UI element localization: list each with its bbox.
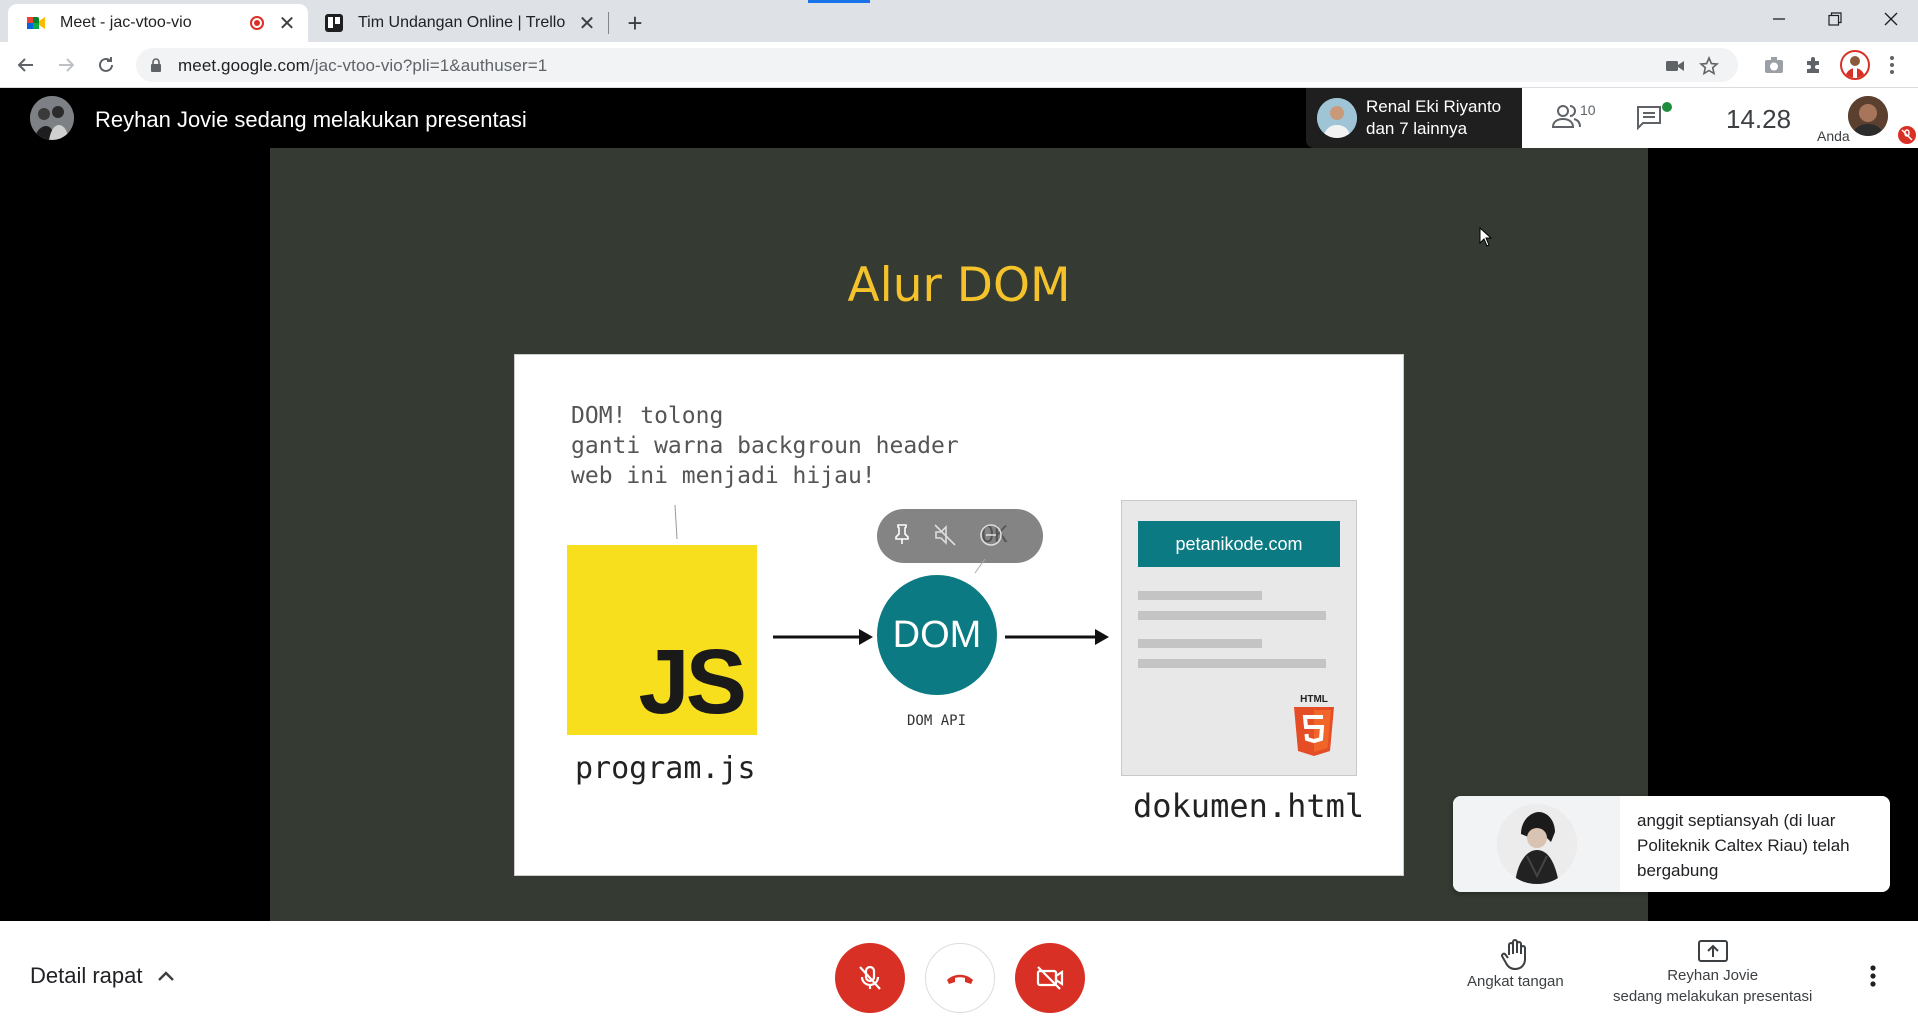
participants-chip-name: Renal Eki Riyanto — [1366, 97, 1502, 116]
slide-title: Alur DOM — [847, 258, 1071, 313]
presented-slide: Alur DOM DOM! tolong ganti warna backgro… — [270, 148, 1648, 921]
camera-off-icon — [1036, 966, 1064, 990]
profile-avatar[interactable] — [1840, 50, 1870, 80]
toast-message: anggit septiansyah (di luar Politeknik C… — [1637, 811, 1850, 880]
muted-mic-icon — [1898, 126, 1916, 144]
chat-icon[interactable] — [1636, 105, 1662, 136]
chevron-up-icon — [157, 971, 174, 981]
self-label: Anda — [1817, 128, 1850, 144]
tab-meet[interactable]: Meet - jac-vtoo-vio ✕ — [8, 4, 308, 42]
leave-call-button[interactable] — [925, 943, 995, 1013]
browser-tab-strip: Meet - jac-vtoo-vio ✕ Tim Undangan Onlin… — [0, 0, 1918, 42]
minimize-window-button[interactable] — [1755, 0, 1803, 38]
join-notification-toast: anggit septiansyah (di luar Politeknik C… — [1453, 796, 1890, 892]
tab-trello[interactable]: Tim Undangan Online | Trello ✕ — [310, 4, 608, 42]
raise-hand-button[interactable]: Angkat tangan — [1467, 939, 1564, 992]
close-window-button[interactable] — [1867, 0, 1915, 38]
meeting-details-toggle[interactable]: Detail rapat — [30, 963, 175, 989]
tab-drag-indicator — [808, 0, 870, 3]
participants-chip[interactable]: Renal Eki Riyanto dan 7 lainnya — [1306, 88, 1522, 148]
pin-icon[interactable] — [893, 523, 911, 545]
speech-bubble-tail — [974, 559, 986, 574]
javascript-logo: JS — [567, 545, 757, 735]
document-text-line — [1138, 639, 1262, 648]
close-tab-icon[interactable]: ✕ — [576, 12, 598, 35]
people-count: 10 — [1580, 102, 1596, 118]
lock-icon — [151, 58, 161, 72]
recording-indicator-icon — [250, 16, 264, 30]
program-js-label: program.js — [575, 751, 756, 786]
floating-presenter-controls[interactable]: OK — [877, 509, 1043, 574]
url-path: /jac-vtoo-vio?pli=1&authuser=1 — [309, 56, 548, 75]
camera-toggle-button[interactable] — [1015, 943, 1085, 1013]
meeting-clock: 14.28 — [1726, 104, 1792, 134]
html5-badge-text: HTML — [1300, 694, 1328, 705]
meeting-details-label: Detail rapat — [30, 963, 143, 988]
mouse-cursor-icon — [1479, 227, 1493, 247]
dom-api-label: DOM API — [907, 713, 967, 729]
presenting-banner: Reyhan Jovie sedang melakukan presentasi — [95, 107, 527, 132]
joiner-avatar — [1497, 804, 1577, 884]
bookmark-star-icon[interactable] — [1698, 55, 1720, 77]
restore-window-button[interactable] — [1811, 0, 1859, 38]
screenshot-camera-icon[interactable] — [1760, 51, 1788, 79]
reload-button[interactable] — [90, 49, 122, 81]
present-screen-icon — [1697, 940, 1728, 962]
mic-off-icon — [859, 965, 881, 990]
speech-callout: DOM! tolong ganti warna backgroun header… — [571, 403, 959, 489]
meet-top-right-panel: 10 14.28 Anda — [1522, 88, 1918, 148]
participants-chip-others: dan 7 lainnya — [1366, 119, 1468, 138]
presenting-status-button[interactable]: Reyhan Jovie sedang melakukan presentasi — [1613, 939, 1812, 1007]
raise-hand-icon — [1501, 939, 1527, 971]
close-tab-icon[interactable]: ✕ — [276, 12, 298, 35]
js-logo-text: JS — [638, 631, 747, 733]
tab-title: Tim Undangan Online | Trello — [358, 14, 566, 31]
arrow-js-to-dom — [773, 629, 873, 645]
browser-menu-icon[interactable] — [1878, 51, 1906, 79]
people-icon[interactable] — [1551, 102, 1582, 135]
callout-tail — [674, 505, 678, 540]
new-tab-button[interactable]: + — [620, 8, 650, 38]
address-bar[interactable]: meet.google.com/jac-vtoo-vio?pli=1&authu… — [136, 48, 1738, 82]
document-text-line — [1138, 611, 1326, 620]
dom-flow-diagram: DOM! tolong ganti warna backgroun header… — [514, 354, 1404, 876]
forward-button[interactable] — [50, 49, 82, 81]
html5-icon: HTML — [1294, 694, 1334, 756]
microphone-toggle-button[interactable] — [835, 943, 905, 1013]
document-header: petanikode.com — [1138, 521, 1340, 567]
document-text-line — [1138, 591, 1262, 600]
presenting-status-line1: Reyhan Jovie — [1667, 967, 1759, 984]
chat-notification-dot — [1662, 102, 1672, 112]
html-document-card: petanikode.com HTML — [1121, 500, 1357, 776]
self-avatar[interactable] — [1848, 96, 1888, 136]
more-options-icon[interactable] — [1870, 965, 1876, 987]
raise-hand-label: Angkat tangan — [1467, 973, 1564, 990]
meet-bottom-bar: Detail rapat Angkat tangan Reyhan Jovie … — [0, 921, 1918, 1028]
url-text: meet.google.com/jac-vtoo-vio?pli=1&authu… — [178, 56, 547, 76]
presenting-status-line2: sedang melakukan presentasi — [1613, 988, 1813, 1005]
meet-top-bar: Reyhan Jovie sedang melakukan presentasi… — [0, 88, 1918, 148]
hang-up-icon — [947, 974, 973, 984]
tab-title: Meet - jac-vtoo-vio — [60, 14, 192, 31]
back-button[interactable] — [10, 49, 42, 81]
dom-circle: DOM — [877, 575, 997, 695]
url-host: meet.google.com — [178, 56, 310, 75]
presenter-avatar — [30, 96, 74, 140]
browser-toolbar: meet.google.com/jac-vtoo-vio?pli=1&authu… — [0, 42, 1918, 88]
remove-icon[interactable] — [979, 523, 1003, 547]
camera-in-use-icon[interactable] — [1664, 55, 1686, 77]
participant-avatar — [1317, 98, 1357, 138]
arrow-dom-to-document — [1005, 629, 1109, 645]
tab-separator — [608, 12, 609, 34]
document-text-line — [1138, 659, 1326, 668]
google-meet-icon — [27, 17, 45, 29]
presentation-stage: Alur DOM DOM! tolong ganti warna backgro… — [0, 148, 1918, 921]
trello-icon — [325, 14, 343, 32]
toast-avatar-panel — [1453, 796, 1620, 892]
dokumen-html-label: dokumen.html — [1133, 787, 1365, 825]
mute-speaker-icon[interactable] — [933, 523, 957, 547]
extensions-puzzle-icon[interactable] — [1800, 51, 1828, 79]
